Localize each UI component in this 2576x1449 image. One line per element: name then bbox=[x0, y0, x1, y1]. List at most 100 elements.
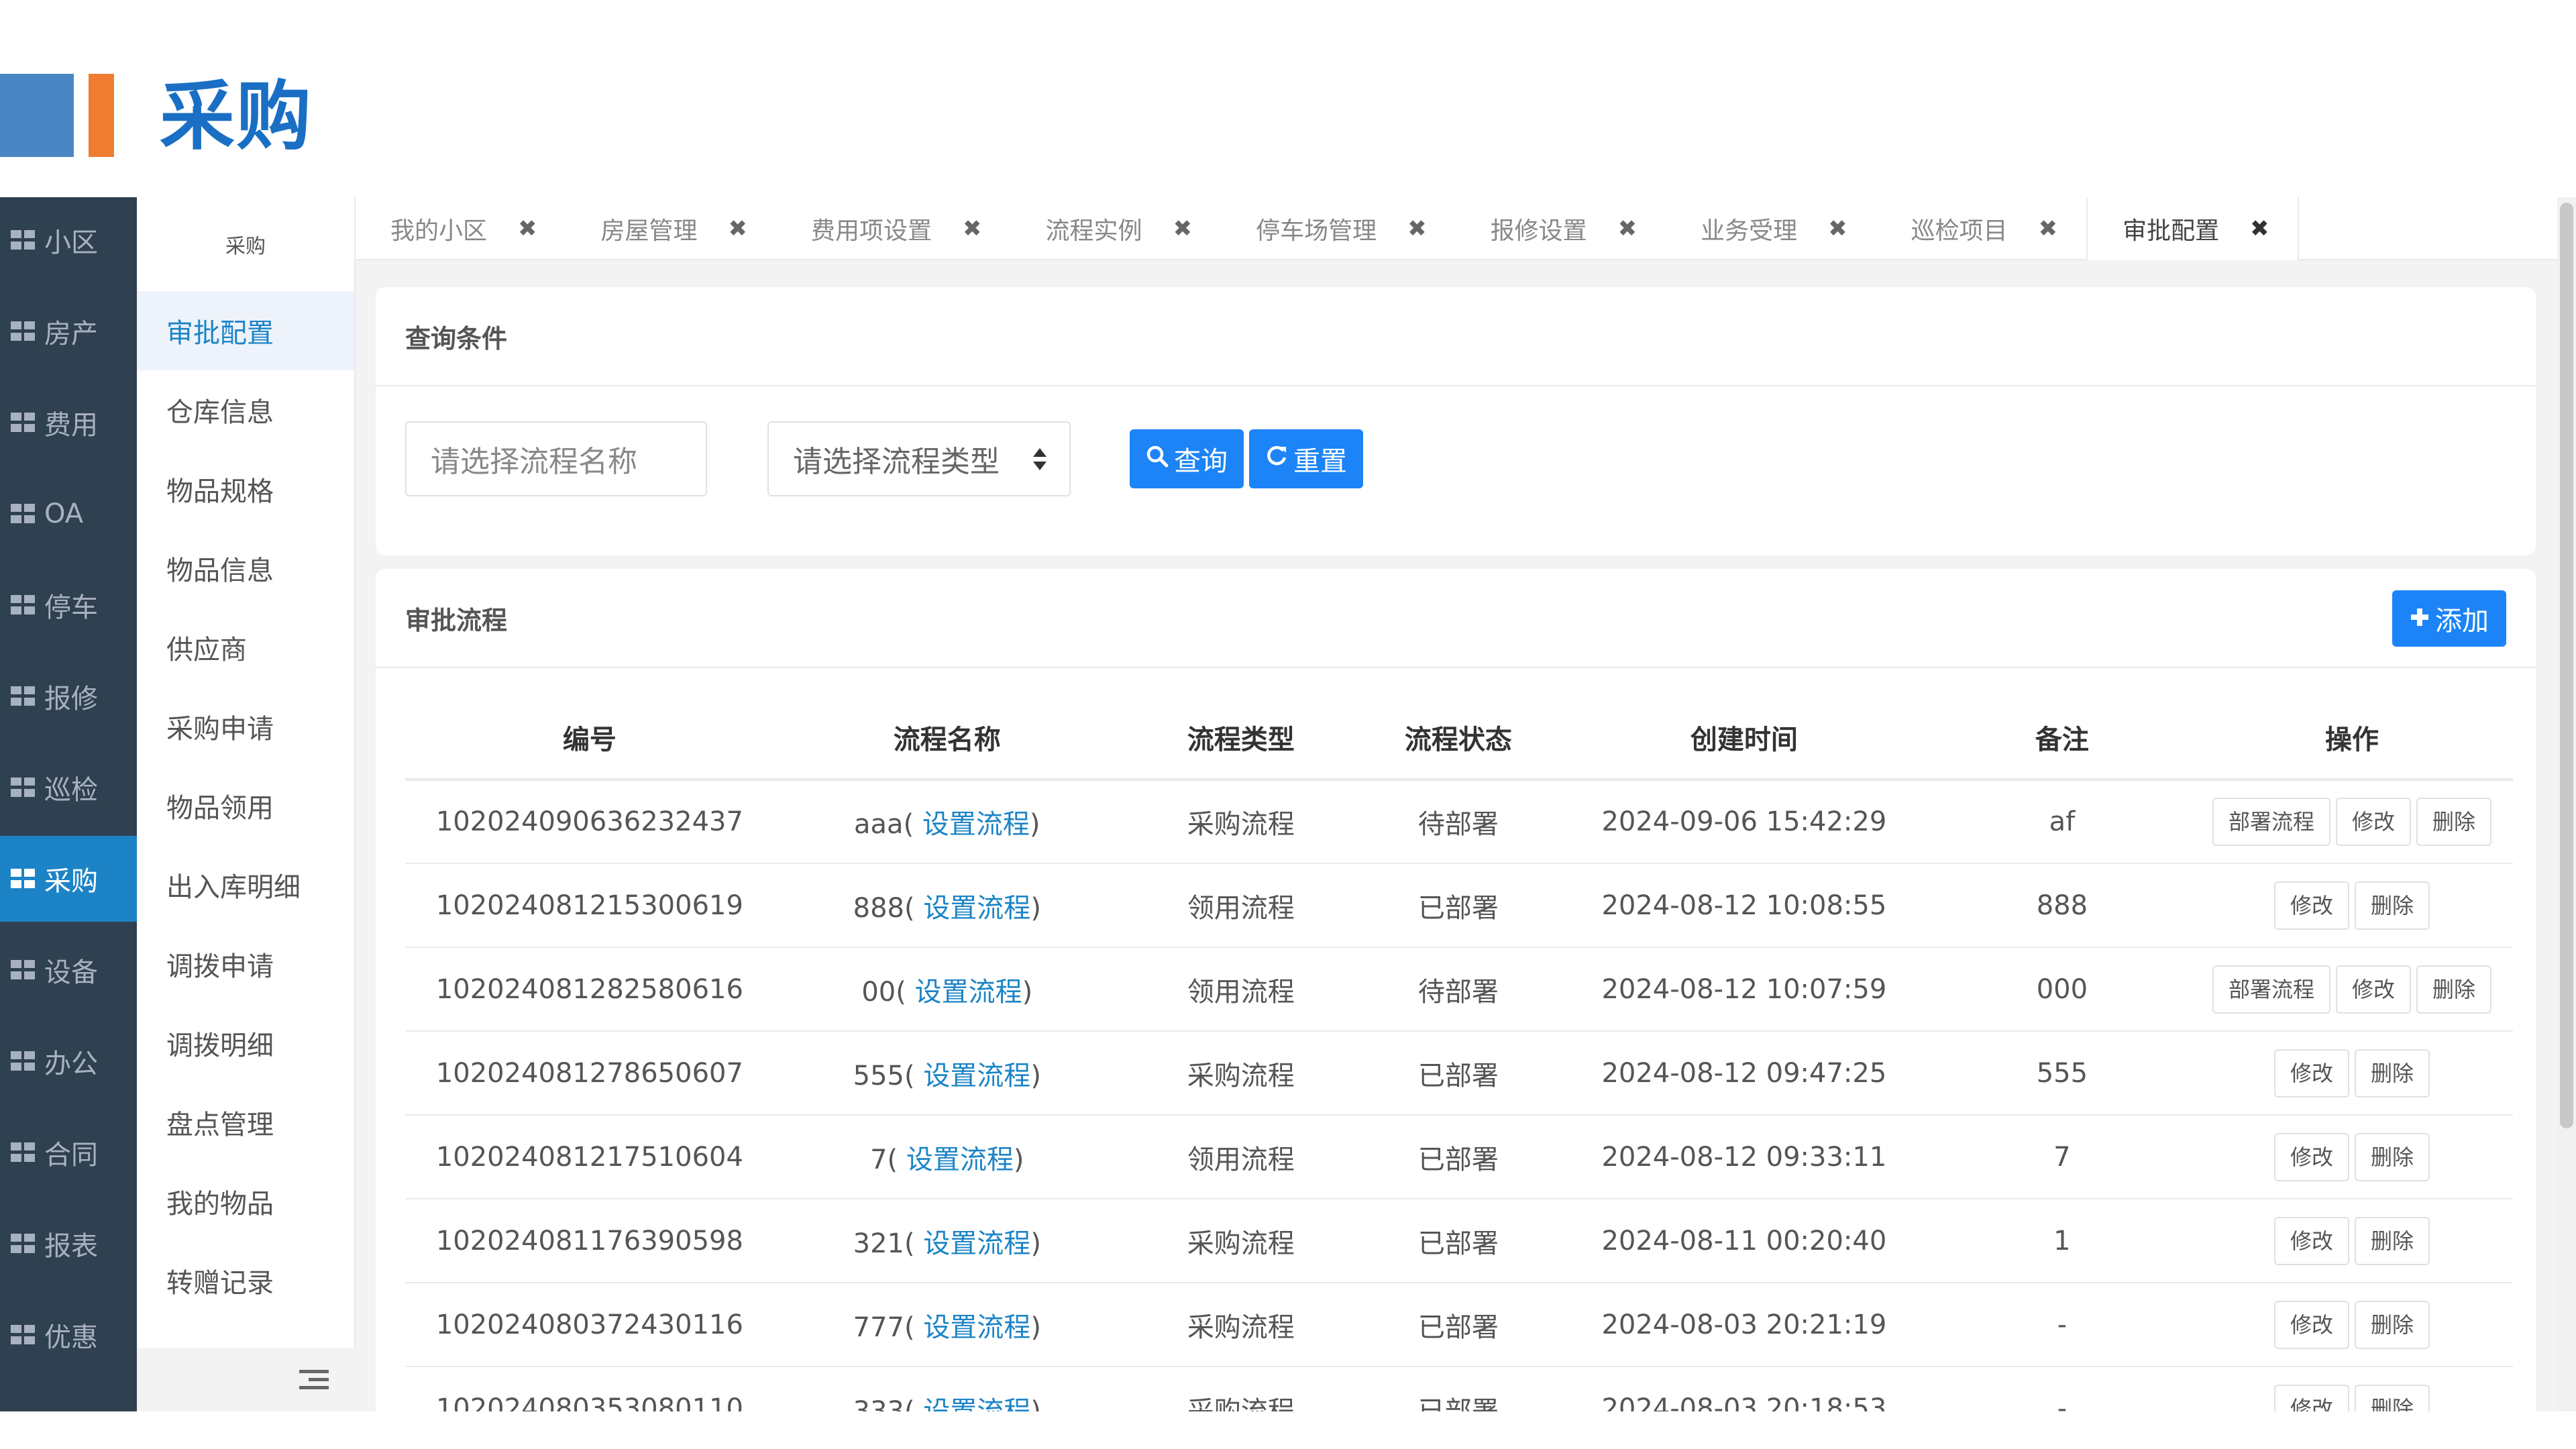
nav2-item[interactable]: 审批配置 bbox=[137, 291, 354, 370]
nav2-item[interactable]: 供应商 bbox=[137, 608, 354, 687]
nav1-item-label: OA bbox=[44, 498, 84, 529]
nav1-item[interactable]: OA bbox=[0, 471, 137, 557]
cell-status: 已部署 bbox=[1361, 1366, 1555, 1411]
nav1-item-label: 停车 bbox=[44, 592, 98, 623]
nav2-item[interactable]: 我的物品 bbox=[137, 1162, 354, 1241]
grid-icon bbox=[11, 1051, 36, 1071]
deploy-button[interactable]: 部署流程 bbox=[2212, 965, 2330, 1014]
scrollbar-thumb[interactable] bbox=[2560, 203, 2573, 1128]
set-flow-link[interactable]: 设置流程 bbox=[923, 1228, 1030, 1259]
edit-button[interactable]: 修改 bbox=[2273, 1049, 2349, 1097]
reset-button[interactable]: 重置 bbox=[1249, 429, 1363, 488]
nav1-item[interactable]: 合同 bbox=[0, 1110, 137, 1195]
close-icon[interactable]: ✖ bbox=[1407, 215, 1427, 242]
edit-button[interactable]: 修改 bbox=[2335, 965, 2411, 1014]
nav2-item[interactable]: 物品规格 bbox=[137, 449, 354, 529]
flow-type-select-text: 请选择流程类型 bbox=[793, 445, 1000, 479]
nav1-item[interactable]: 停车 bbox=[0, 562, 137, 648]
tab[interactable]: 我的小区 ✖ bbox=[356, 197, 566, 260]
tab[interactable]: 审批配置 ✖ bbox=[2086, 197, 2299, 260]
slide-title: 采购 bbox=[160, 73, 313, 160]
nav1-item[interactable]: 预约 bbox=[0, 1383, 137, 1411]
cell-type: 领用流程 bbox=[1120, 947, 1362, 1032]
flow-type-select[interactable]: 请选择流程类型 bbox=[767, 421, 1071, 496]
flow-name-text: 888 bbox=[853, 892, 904, 924]
cell-type: 领用流程 bbox=[1120, 863, 1362, 948]
delete-button[interactable]: 删除 bbox=[2354, 1049, 2430, 1097]
cell-created: 2024-08-12 10:07:59 bbox=[1554, 947, 1933, 1032]
deploy-button[interactable]: 部署流程 bbox=[2212, 798, 2330, 846]
tab[interactable]: 报修设置 ✖ bbox=[1456, 197, 1666, 260]
edit-button[interactable]: 修改 bbox=[2273, 1216, 2349, 1265]
tab[interactable]: 费用项设置 ✖ bbox=[776, 197, 1011, 260]
nav1-item[interactable]: 办公 bbox=[0, 1018, 137, 1104]
delete-button[interactable]: 删除 bbox=[2354, 1216, 2430, 1265]
close-icon[interactable]: ✖ bbox=[518, 215, 537, 242]
nav2-item[interactable]: 采购申请 bbox=[137, 687, 354, 766]
nav1-item[interactable]: 巡检 bbox=[0, 745, 137, 830]
tab[interactable]: 流程实例 ✖ bbox=[1011, 197, 1222, 260]
nav2-item[interactable]: 调拨申请 bbox=[137, 924, 354, 1004]
set-flow-link[interactable]: 设置流程 bbox=[923, 893, 1030, 924]
close-icon[interactable]: ✖ bbox=[2039, 215, 2058, 242]
tab[interactable]: 房屋管理 ✖ bbox=[566, 197, 777, 260]
set-flow-link[interactable]: 设置流程 bbox=[923, 1061, 1030, 1091]
nav1-item[interactable]: 小区 bbox=[0, 197, 137, 283]
close-icon[interactable]: ✖ bbox=[963, 215, 982, 242]
set-flow-link[interactable]: 设置流程 bbox=[923, 1312, 1030, 1343]
cell-id: 102024080353080110 bbox=[405, 1366, 774, 1411]
collapse-menu-icon[interactable] bbox=[299, 1368, 329, 1391]
delete-button[interactable]: 删除 bbox=[2416, 965, 2491, 1014]
flow-name-text: 777 bbox=[853, 1311, 904, 1343]
tab-label: 审批配置 bbox=[2123, 217, 2220, 245]
set-flow-link[interactable]: 设置流程 bbox=[915, 977, 1022, 1008]
tab-label: 房屋管理 bbox=[600, 217, 698, 245]
tab[interactable]: 业务受理 ✖ bbox=[1666, 197, 1876, 260]
nav1-item-label: 报表 bbox=[44, 1231, 98, 1262]
nav2-item[interactable]: 出入库明细 bbox=[137, 845, 354, 924]
tab-label: 报修设置 bbox=[1490, 217, 1587, 245]
close-icon[interactable]: ✖ bbox=[729, 215, 748, 242]
edit-button[interactable]: 修改 bbox=[2273, 1384, 2349, 1411]
cell-type: 采购流程 bbox=[1120, 780, 1362, 864]
cell-type: 采购流程 bbox=[1120, 1031, 1362, 1116]
tab[interactable]: 巡检项目 ✖ bbox=[1876, 197, 2087, 260]
close-icon[interactable]: ✖ bbox=[1173, 215, 1193, 242]
flow-name-input[interactable]: 请选择流程名称 bbox=[405, 421, 707, 496]
set-flow-link[interactable]: 设置流程 bbox=[922, 809, 1030, 840]
nav1-item[interactable]: 房产 bbox=[0, 288, 137, 374]
query-button[interactable]: 查询 bbox=[1130, 429, 1244, 488]
delete-button[interactable]: 删除 bbox=[2416, 798, 2491, 846]
nav2-item[interactable]: 调拨明细 bbox=[137, 1004, 354, 1083]
delete-button[interactable]: 删除 bbox=[2354, 881, 2430, 930]
page-scrollbar[interactable] bbox=[2557, 197, 2576, 1411]
delete-button[interactable]: 删除 bbox=[2354, 1132, 2430, 1181]
nav1-item[interactable]: 报修 bbox=[0, 653, 137, 739]
nav2-item[interactable]: 仓库信息 bbox=[137, 370, 354, 449]
edit-button[interactable]: 修改 bbox=[2273, 1132, 2349, 1181]
set-flow-link[interactable]: 设置流程 bbox=[923, 1396, 1030, 1412]
close-icon[interactable]: ✖ bbox=[2250, 215, 2269, 242]
nav1-item[interactable]: 采购 bbox=[0, 836, 137, 922]
grid-icon bbox=[11, 869, 36, 889]
nav2-item[interactable]: 转赠记录 bbox=[137, 1241, 354, 1320]
nav2-item[interactable]: 物品领用 bbox=[137, 766, 354, 845]
cell-name: 888( 设置流程) bbox=[773, 863, 1120, 948]
nav1-item[interactable]: 优惠 bbox=[0, 1292, 137, 1378]
delete-button[interactable]: 删除 bbox=[2354, 1300, 2430, 1349]
close-icon[interactable]: ✖ bbox=[1828, 215, 1847, 242]
nav2-item[interactable]: 盘点管理 bbox=[137, 1083, 354, 1162]
edit-button[interactable]: 修改 bbox=[2273, 881, 2349, 930]
nav2-item[interactable]: 物品信息 bbox=[137, 529, 354, 608]
cell-status: 待部署 bbox=[1361, 780, 1555, 864]
nav1-item[interactable]: 费用 bbox=[0, 380, 137, 466]
edit-button[interactable]: 修改 bbox=[2335, 798, 2411, 846]
tab[interactable]: 停车场管理 ✖ bbox=[1221, 197, 1456, 260]
set-flow-link[interactable]: 设置流程 bbox=[906, 1144, 1014, 1175]
edit-button[interactable]: 修改 bbox=[2273, 1300, 2349, 1349]
nav1-item[interactable]: 设备 bbox=[0, 927, 137, 1013]
nav1-item[interactable]: 报表 bbox=[0, 1201, 137, 1287]
close-icon[interactable]: ✖ bbox=[1618, 215, 1638, 242]
add-button[interactable]: 添加 bbox=[2392, 590, 2506, 647]
delete-button[interactable]: 删除 bbox=[2354, 1384, 2430, 1411]
